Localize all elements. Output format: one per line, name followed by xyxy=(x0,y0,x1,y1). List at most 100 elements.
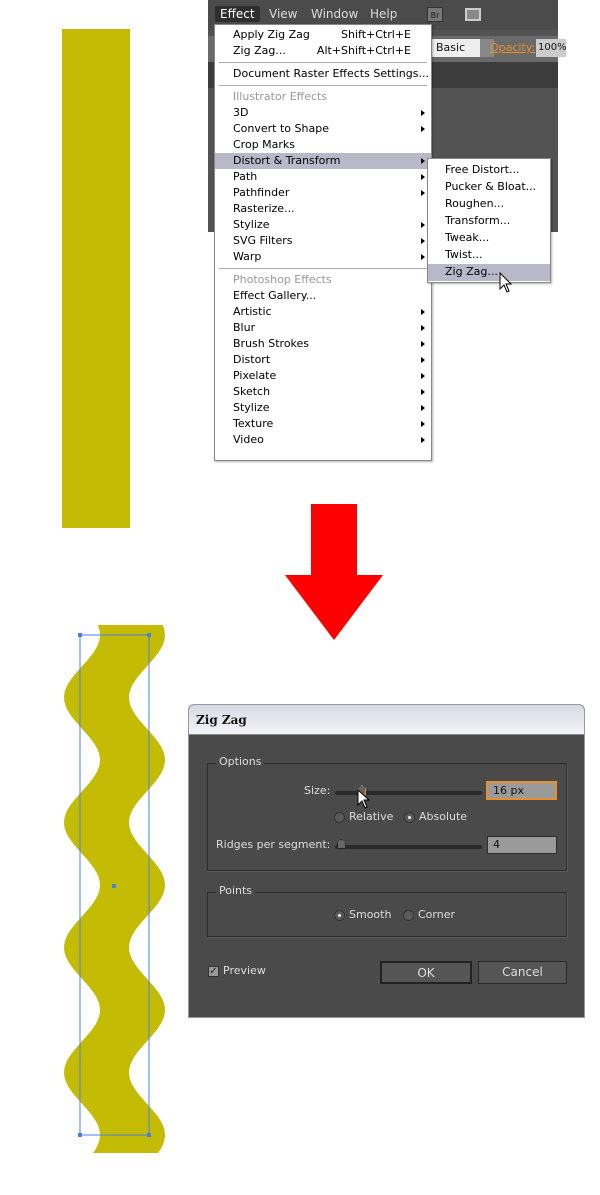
menu-item-raster-settings[interactable]: Document Raster Effects Settings... xyxy=(215,66,431,82)
shortcut: Alt+Shift+Ctrl+E xyxy=(316,44,411,57)
submenu-arrow-icon xyxy=(421,437,425,443)
menu-item[interactable]: Path xyxy=(215,169,431,185)
divider xyxy=(219,62,427,63)
ridges-slider[interactable] xyxy=(335,845,482,849)
photoshop-effects-list: Effect Gallery... Artistic Blur Brush Strok… xyxy=(215,288,431,448)
item-label: Pathfinder xyxy=(233,186,290,199)
shortcut: Shift+Ctrl+E xyxy=(341,28,411,41)
submenu-arrow-icon xyxy=(421,238,425,244)
item-label: Blur xyxy=(233,321,256,334)
relative-radio[interactable] xyxy=(334,812,345,823)
opacity-label[interactable]: Opacity: xyxy=(490,41,535,54)
menu-item[interactable]: 3D xyxy=(215,105,431,121)
dialog-title: Zig Zag xyxy=(189,705,584,735)
ridges-label: Ridges per segment: xyxy=(216,838,331,851)
options-label: Options xyxy=(216,755,265,768)
menu-item[interactable]: Texture xyxy=(215,416,431,432)
absolute-label: Absolute xyxy=(419,810,468,823)
submenu-item[interactable]: Transform... xyxy=(428,213,550,230)
submenu-arrow-icon xyxy=(421,309,425,315)
illustrator-effects-list: 3D Convert to Shape Crop Marks Distort & Tr… xyxy=(215,105,431,265)
menu-item[interactable]: Stylize xyxy=(215,400,431,416)
item-label: Distort & Transform xyxy=(233,154,341,167)
ridges-input[interactable]: 4 xyxy=(487,836,557,854)
menu-item[interactable]: Pixelate xyxy=(215,368,431,384)
item-label: Texture xyxy=(233,417,274,430)
submenu-item[interactable]: Twist... xyxy=(428,247,550,264)
selection-handle[interactable] xyxy=(147,633,151,637)
submenu-arrow-icon xyxy=(421,126,425,132)
menu-item[interactable]: Blur xyxy=(215,320,431,336)
original-rectangle-shape xyxy=(62,29,130,528)
item-label: Stylize xyxy=(233,401,270,414)
workspace-layout-icon[interactable] xyxy=(465,8,481,21)
bridge-icon[interactable]: Br xyxy=(427,7,443,22)
smooth-label: Smooth xyxy=(349,908,392,921)
divider xyxy=(219,85,427,86)
preview-checkbox[interactable]: ✓ xyxy=(208,966,219,977)
opacity-input[interactable]: 100% xyxy=(536,39,566,57)
section-header-illustrator: Illustrator Effects xyxy=(233,90,328,103)
item-label: Pixelate xyxy=(233,369,277,382)
submenu-list: Free Distort... Pucker & Bloat... Roughen.… xyxy=(428,162,550,281)
submenu-item[interactable]: Tweak... xyxy=(428,230,550,247)
section-header-photoshop: Photoshop Effects xyxy=(233,273,332,286)
menu-item[interactable]: Distort & Transform xyxy=(215,153,431,169)
relative-label: Relative xyxy=(349,810,394,823)
menu-item[interactable]: SVG Filters xyxy=(215,233,431,249)
menu-item[interactable]: Sketch xyxy=(215,384,431,400)
menu-item[interactable]: Pathfinder xyxy=(215,185,431,201)
menu-item-zig-zag[interactable]: Zig Zag... Alt+Shift+Ctrl+E xyxy=(215,43,431,59)
menu-item-apply-zig-zag[interactable]: Apply Zig Zag Shift+Ctrl+E xyxy=(215,27,431,43)
menu-window[interactable]: Window xyxy=(306,6,363,22)
menu-item[interactable]: Rasterize... xyxy=(215,201,431,217)
item-label: Apply Zig Zag xyxy=(233,28,310,41)
menu-item[interactable]: Warp xyxy=(215,249,431,265)
menu-item[interactable]: Video xyxy=(215,432,431,448)
menu-item[interactable]: Distort xyxy=(215,352,431,368)
effect-menu: Apply Zig Zag Shift+Ctrl+E Zig Zag... Alt+… xyxy=(214,24,432,461)
menu-item[interactable]: Artistic xyxy=(215,304,431,320)
item-label: Convert to Shape xyxy=(233,122,329,135)
smooth-radio[interactable] xyxy=(334,910,345,921)
menu-help[interactable]: Help xyxy=(365,6,402,22)
menu-item[interactable]: Convert to Shape xyxy=(215,121,431,137)
item-label: 3D xyxy=(233,106,249,119)
cancel-button[interactable]: Cancel xyxy=(478,961,567,984)
absolute-radio[interactable] xyxy=(404,812,415,823)
submenu-item[interactable]: Pucker & Bloat... xyxy=(428,179,550,196)
submenu-arrow-icon xyxy=(421,222,425,228)
style-dropdown[interactable]: Basic xyxy=(432,39,480,57)
size-label: Size: xyxy=(304,784,331,797)
item-label: Crop Marks xyxy=(233,138,296,151)
wavy-shape xyxy=(64,625,165,1153)
menu-item[interactable]: Crop Marks xyxy=(215,137,431,153)
item-label: Rasterize... xyxy=(233,202,295,215)
submenu-arrow-icon xyxy=(421,421,425,427)
mouse-cursor-icon xyxy=(499,272,513,293)
center-point xyxy=(112,884,116,888)
ok-button[interactable]: OK xyxy=(380,961,472,984)
selection-handle[interactable] xyxy=(78,633,82,637)
menu-item[interactable]: Effect Gallery... xyxy=(215,288,431,304)
menu-view[interactable]: View xyxy=(264,6,302,22)
menu-item[interactable]: Brush Strokes xyxy=(215,336,431,352)
submenu-arrow-icon xyxy=(421,254,425,260)
submenu-item[interactable]: Zig Zag... xyxy=(428,264,550,281)
distort-transform-submenu: Free Distort... Pucker & Bloat... Roughen.… xyxy=(427,158,551,283)
submenu-arrow-icon xyxy=(421,110,425,116)
item-label: Effect Gallery... xyxy=(233,289,317,302)
size-input[interactable]: 16 px xyxy=(486,781,557,800)
corner-label: Corner xyxy=(418,908,456,921)
corner-radio[interactable] xyxy=(403,910,414,921)
submenu-arrow-icon xyxy=(421,158,425,164)
zig-zag-dialog: Zig Zag Options Size: 16 px Relative Abs… xyxy=(188,704,585,1018)
item-label: Zig Zag... xyxy=(233,44,286,57)
selection-handle[interactable] xyxy=(78,1133,82,1137)
selection-handle[interactable] xyxy=(147,1133,151,1137)
submenu-item[interactable]: Roughen... xyxy=(428,196,550,213)
submenu-item[interactable]: Free Distort... xyxy=(428,162,550,179)
menu-item[interactable]: Stylize xyxy=(215,217,431,233)
menu-effect[interactable]: Effect xyxy=(215,6,260,22)
item-label: Sketch xyxy=(233,385,271,398)
